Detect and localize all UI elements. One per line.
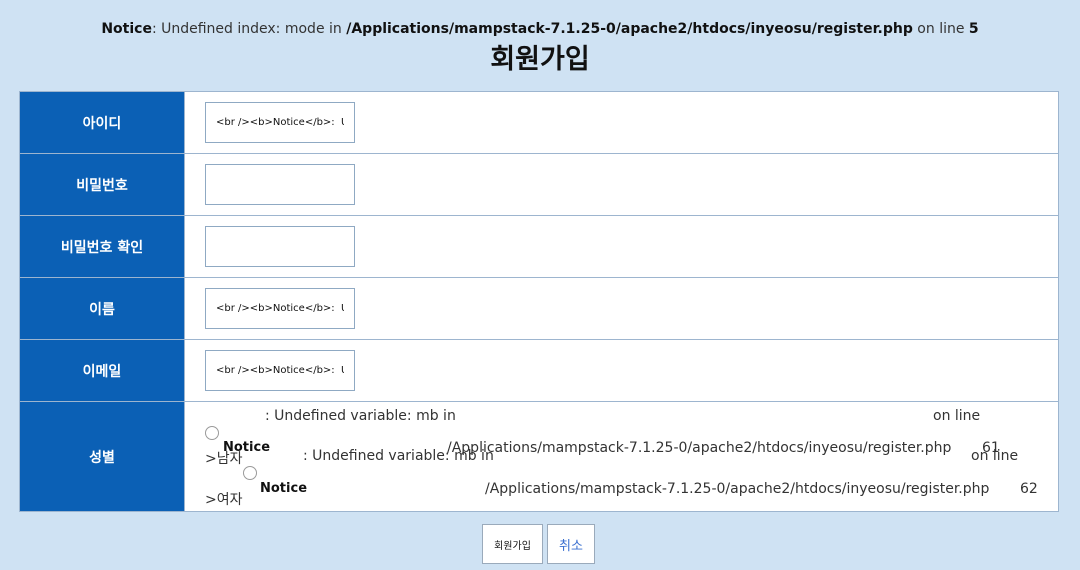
gender-label: 성별: [19, 401, 185, 512]
id-input[interactable]: [205, 102, 355, 143]
female-notice-line: 62: [1020, 481, 1038, 497]
password-confirm-label: 비밀번호 확인: [19, 215, 185, 278]
male-label: >남자: [205, 451, 243, 467]
id-label: 아이디: [19, 91, 185, 154]
cancel-button[interactable]: 취소: [547, 524, 595, 564]
male-notice-path: /Applications/mampstack-7.1.25-0/apache2…: [447, 440, 952, 456]
php-notice-mode: Notice: Undefined index: mode in /Applic…: [0, 21, 1080, 37]
female-notice-path: /Applications/mampstack-7.1.25-0/apache2…: [485, 481, 990, 497]
password-label: 비밀번호: [19, 153, 185, 216]
notice-text: : Undefined index: mode in: [151, 21, 347, 37]
name-label: 이름: [19, 277, 185, 340]
email-label: 이메일: [19, 339, 185, 402]
female-notice-label: Notice: [260, 481, 308, 496]
register-form-table: 아이디 비밀번호 비밀번호 확인 이름 이메일 성별 : Undefin: [19, 91, 1059, 512]
female-label: >여자: [205, 492, 243, 508]
form-row-password: 비밀번호: [19, 153, 1059, 216]
notice-line-number: 5: [968, 21, 979, 37]
notice-path: /Applications/mampstack-7.1.25-0/apache2…: [346, 21, 913, 37]
form-row-id: 아이디: [19, 91, 1059, 154]
password-confirm-input[interactable]: [205, 226, 355, 267]
male-on-line-text: on line: [933, 408, 981, 424]
form-row-gender: 성별 : Undefined variable: mb in on line N…: [19, 401, 1059, 512]
form-row-email: 이메일: [19, 339, 1059, 402]
notice-label: Notice: [101, 21, 152, 37]
password-input[interactable]: [205, 164, 355, 205]
female-radio[interactable]: [243, 466, 257, 480]
form-row-name: 이름: [19, 277, 1059, 340]
notice-online: on line: [912, 21, 969, 37]
female-on-line-text: on line: [971, 448, 1019, 464]
name-input[interactable]: [205, 288, 355, 329]
gender-options: : Undefined variable: mb in on line Noti…: [185, 402, 1058, 511]
form-row-password-confirm: 비밀번호 확인: [19, 215, 1059, 278]
email-input[interactable]: [205, 350, 355, 391]
male-undefined-text: : Undefined variable: mb in: [265, 408, 456, 424]
female-undefined-text: : Undefined variable: mb in: [303, 448, 494, 464]
male-radio[interactable]: [205, 426, 219, 440]
submit-button[interactable]: 회원가입: [482, 524, 543, 564]
page-title: 회원가입: [490, 44, 590, 75]
